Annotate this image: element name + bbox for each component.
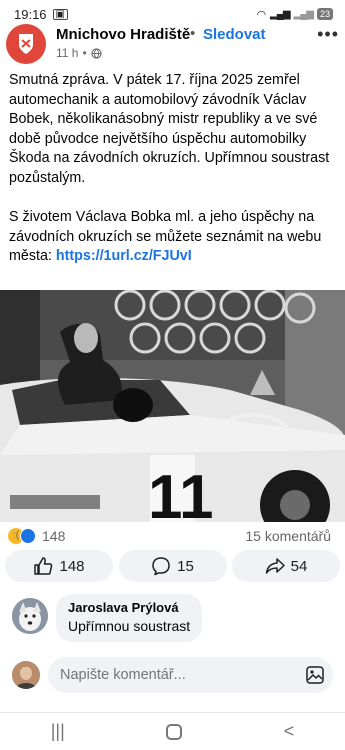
reaction-summary[interactable]: :( 148 [8, 528, 65, 544]
meta-dot: • [82, 46, 87, 60]
comment-composer [10, 655, 335, 695]
car-number: 11 [148, 463, 214, 522]
post-text: Smutná zpráva. V pátek 17. října 2025 ze… [9, 71, 339, 287]
thumb-up-icon [34, 557, 53, 575]
globe-icon [91, 47, 102, 59]
reaction-count: 148 [42, 528, 66, 544]
comment-icon [152, 557, 170, 576]
comments-count-link[interactable]: 15 komentářů [245, 528, 331, 544]
page-name[interactable]: Mnichovo Hradiště [56, 26, 190, 43]
page-logo-icon [19, 34, 33, 54]
post-header: Mnichovo Hradiště • Sledovat 11 h • ••• [0, 22, 345, 70]
photo-image: 11 [0, 290, 345, 522]
back-icon[interactable]: < [284, 721, 295, 742]
more-options-icon[interactable]: ••• [317, 24, 339, 45]
system-nav-bar: ||| < [0, 712, 345, 750]
like-count: 148 [59, 557, 85, 575]
follow-button[interactable]: Sledovat [203, 26, 266, 43]
comment-text: Upřímnou soustrast [68, 618, 191, 634]
recent-apps-icon[interactable]: ||| [51, 721, 65, 742]
comment-bubble: Jaroslava Prýlová Upřímnou soustrast [56, 594, 203, 642]
status-right: ◠ ▂▄▆ ▂▄▆ 23 [256, 8, 333, 21]
share-icon [265, 558, 285, 574]
screenshot-indicator-icon: ▣ [52, 8, 68, 20]
comment-count: 15 [177, 557, 194, 575]
post-paragraph-2: S životem Václava Bobka ml. a jeho úspěc… [9, 208, 339, 267]
user-photo-image [12, 661, 40, 689]
comment-input[interactable] [48, 657, 333, 693]
like-button[interactable]: 148 [5, 550, 113, 582]
wifi-icon: ◠ [256, 8, 267, 21]
header-separator: • [190, 25, 196, 42]
dog-avatar-image [12, 598, 48, 634]
action-bar: 148 15 54 [5, 550, 340, 582]
battery-level: 23 [316, 8, 333, 20]
signal-icon-2: ▂▄▆ [293, 8, 314, 20]
home-icon[interactable] [166, 723, 183, 740]
post-meta: 11 h • [56, 46, 102, 60]
post-paragraph-1: Smutná zpráva. V pátek 17. října 2025 ze… [9, 72, 330, 186]
current-user-avatar[interactable] [12, 661, 40, 689]
post-link[interactable]: https://1url.cz/FJUvI [56, 248, 192, 264]
share-button[interactable]: 54 [232, 550, 340, 582]
share-count: 54 [290, 557, 308, 575]
status-left: 19:16 ▣ [14, 7, 68, 22]
signal-icon: ▂▄▆ [270, 8, 290, 20]
status-time: 19:16 [14, 6, 47, 22]
like-reaction-icon [20, 528, 36, 544]
post-age[interactable]: 11 h [56, 46, 78, 60]
reaction-icons: :( [8, 528, 38, 544]
post-photo[interactable]: 11 [0, 290, 345, 522]
commenter-avatar[interactable] [12, 598, 48, 634]
page-avatar[interactable] [6, 24, 46, 64]
comment-author[interactable]: Jaroslava Prýlová [68, 600, 190, 615]
image-icon[interactable] [305, 665, 325, 685]
comment-button[interactable]: 15 [118, 550, 227, 582]
